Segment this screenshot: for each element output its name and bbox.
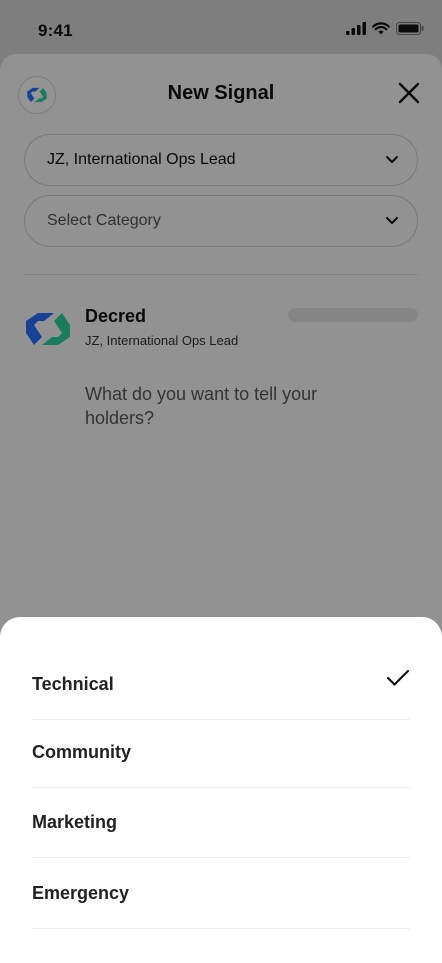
category-option-marketing[interactable]: Marketing [32,787,410,858]
option-label: Emergency [32,883,130,903]
category-bottom-sheet: Technical Community Marketing Emergency [0,617,442,963]
option-label: Community [32,742,131,762]
option-label: Technical [32,674,114,694]
option-label: Marketing [32,812,118,832]
phone-screen: 9:41 New Signal JZ, International Ops Le… [0,0,442,963]
category-option-community[interactable]: Community [32,717,410,788]
category-option-emergency[interactable]: Emergency [32,858,410,929]
category-option-technical[interactable]: Technical [32,649,410,720]
checkmark-icon [386,669,410,686]
